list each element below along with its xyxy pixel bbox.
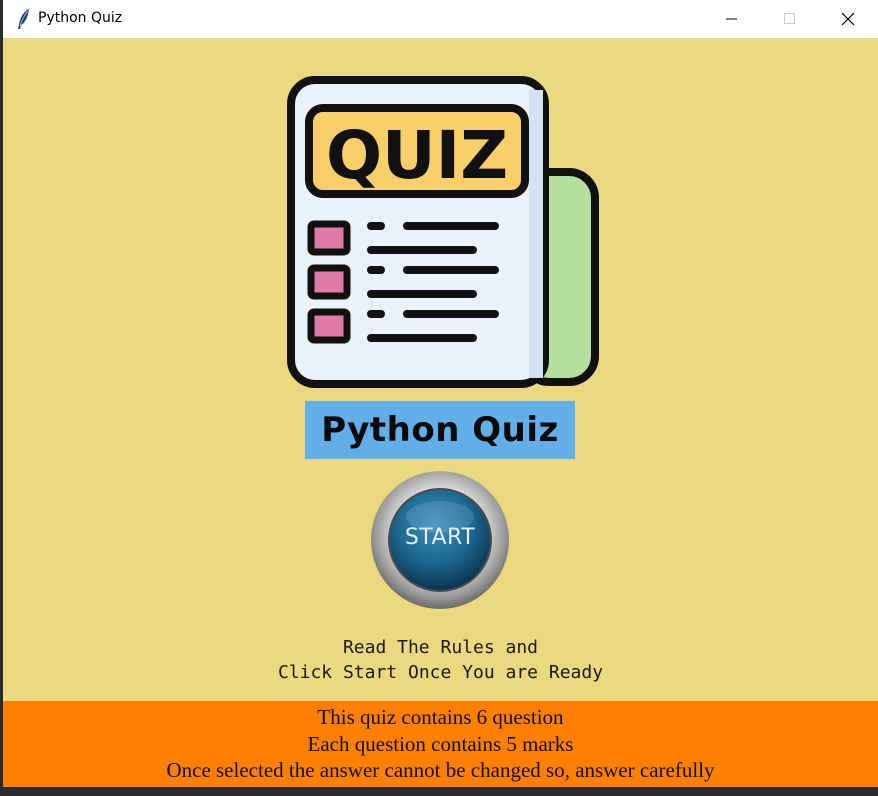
title-bar: Python Quiz xyxy=(3,0,878,38)
quiz-newspaper-icon: QUIZ xyxy=(287,76,599,388)
logo-text: QUIZ xyxy=(326,117,508,194)
app-window: Python Quiz QUIZ Python Quiz START Read … xyxy=(3,0,878,787)
info-line: Once selected the answer cannot be chang… xyxy=(166,758,715,782)
rules-line: Click Start Once You are Ready xyxy=(277,662,604,683)
start-button[interactable]: START xyxy=(369,469,511,611)
window-title: Python Quiz xyxy=(38,10,123,26)
page-title: Python Quiz xyxy=(305,401,575,459)
rules-text: Read The Rules and Click Start Once You … xyxy=(3,635,878,685)
feather-icon xyxy=(18,9,29,29)
close-button[interactable] xyxy=(819,0,877,38)
minimize-button[interactable] xyxy=(703,0,761,38)
start-button-label: START xyxy=(404,525,476,550)
info-line: This quiz contains 6 question xyxy=(317,705,564,729)
info-bar: This quiz contains 6 question Each quest… xyxy=(3,701,878,787)
maximize-icon xyxy=(784,13,795,24)
minimize-icon xyxy=(726,18,737,20)
close-icon xyxy=(841,12,855,26)
page-title-text: Python Quiz xyxy=(321,410,559,450)
maximize-button[interactable] xyxy=(761,0,819,38)
info-line: Each question contains 5 marks xyxy=(307,731,574,756)
rules-line: Read The Rules and xyxy=(342,637,539,658)
